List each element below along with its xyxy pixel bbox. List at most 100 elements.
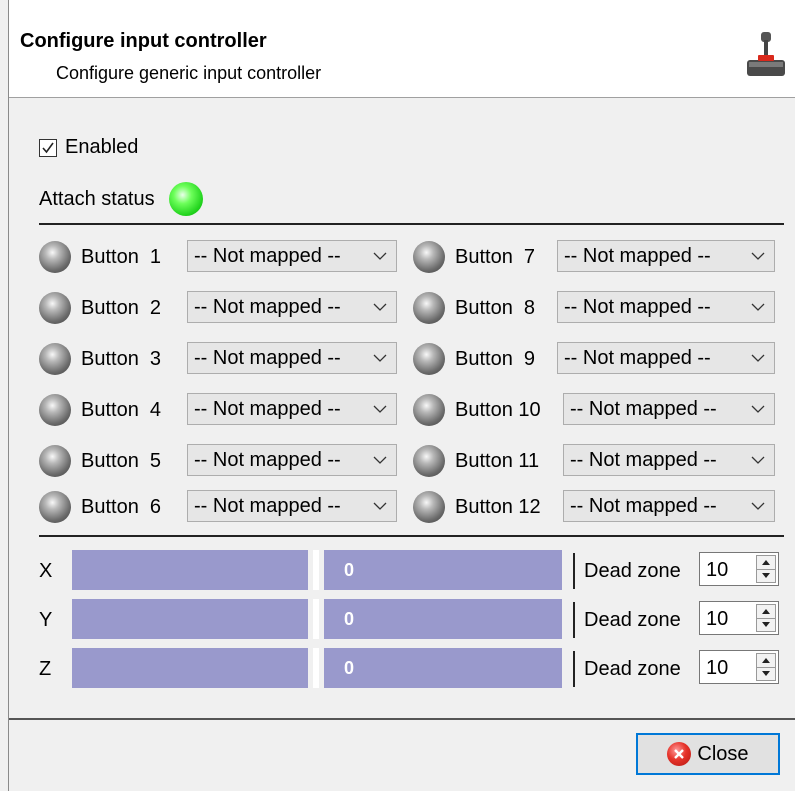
chevron-down-icon (373, 252, 387, 260)
button-led-icon (39, 445, 71, 477)
button-label: Button 3 (81, 347, 162, 370)
dead-zone-z-spinbox[interactable]: 10 (699, 650, 779, 684)
button-row-10: Button 10 -- Not mapped -- (413, 393, 783, 427)
spin-down-icon[interactable] (757, 569, 775, 582)
separator (573, 553, 575, 589)
dead-zone-label: Dead zone (584, 658, 681, 680)
button-row-8: Button 8 -- Not mapped -- (413, 291, 783, 325)
button-led-icon (413, 292, 445, 324)
button-label: Button 5 (81, 449, 162, 472)
select-value: -- Not mapped -- (194, 295, 341, 318)
button-row-1: Button 1 -- Not mapped -- (39, 240, 399, 274)
spinbox-buttons (756, 555, 776, 583)
chevron-down-icon (751, 502, 765, 510)
button-row-3: Button 3 -- Not mapped -- (39, 342, 399, 376)
button-3-mapping-select[interactable]: -- Not mapped -- (187, 342, 397, 374)
button-row-11: Button 11 -- Not mapped -- (413, 444, 783, 478)
axis-label: Y (39, 609, 53, 631)
chevron-down-icon (373, 354, 387, 362)
axis-row-z: Z 0 Dead zone 10 (39, 648, 784, 688)
separator (573, 651, 575, 687)
status-led-icon (168, 182, 203, 216)
button-led-icon (39, 343, 71, 375)
close-button[interactable]: Close (636, 733, 780, 775)
button-2-mapping-select[interactable]: -- Not mapped -- (187, 291, 397, 323)
enabled-label: Enabled (65, 136, 139, 158)
button-1-mapping-select[interactable]: -- Not mapped -- (187, 240, 397, 272)
select-value: -- Not mapped -- (194, 448, 341, 471)
button-row-2: Button 2 -- Not mapped -- (39, 291, 399, 325)
axis-center-marker (308, 550, 324, 590)
divider (39, 535, 784, 537)
close-button-label: Close (697, 742, 749, 765)
axis-center-marker (308, 648, 324, 688)
dialog-title: Configure input controller (20, 30, 267, 52)
dead-zone-x-spinbox[interactable]: 10 (699, 552, 779, 586)
button-7-mapping-select[interactable]: -- Not mapped -- (557, 240, 775, 272)
button-led-icon (413, 394, 445, 426)
footer-divider (9, 718, 795, 720)
button-11-mapping-select[interactable]: -- Not mapped -- (563, 444, 775, 476)
select-value: -- Not mapped -- (564, 244, 711, 267)
button-10-mapping-select[interactable]: -- Not mapped -- (563, 393, 775, 425)
dialog-subtitle: Configure generic input controller (56, 63, 322, 83)
axis-label: X (39, 560, 53, 582)
enabled-checkbox[interactable]: Enabled (39, 136, 138, 159)
button-5-mapping-select[interactable]: -- Not mapped -- (187, 444, 397, 476)
button-led-icon (39, 394, 71, 426)
spin-down-icon[interactable] (757, 667, 775, 680)
axis-row-y: Y 0 Dead zone 10 (39, 599, 784, 639)
spinbox-value[interactable]: 10 (706, 608, 728, 631)
button-6-mapping-select[interactable]: -- Not mapped -- (187, 490, 397, 522)
button-label: Button 9 (455, 347, 536, 370)
button-led-icon (413, 445, 445, 477)
button-label: Button 11 (455, 449, 540, 472)
separator (573, 602, 575, 638)
axis-value: 0 (344, 560, 355, 580)
select-value: -- Not mapped -- (564, 295, 711, 318)
attach-status-row: Attach status (39, 182, 203, 216)
chevron-down-icon (751, 405, 765, 413)
dead-zone-label: Dead zone (584, 560, 681, 582)
button-label: Button 7 (455, 245, 536, 268)
chevron-down-icon (751, 303, 765, 311)
joystick-icon (747, 32, 785, 76)
chevron-down-icon (373, 502, 387, 510)
button-4-mapping-select[interactable]: -- Not mapped -- (187, 393, 397, 425)
button-12-mapping-select[interactable]: -- Not mapped -- (563, 490, 775, 522)
select-value: -- Not mapped -- (570, 397, 717, 420)
chevron-down-icon (373, 456, 387, 464)
chevron-down-icon (751, 252, 765, 260)
dead-zone-y-spinbox[interactable]: 10 (699, 601, 779, 635)
button-label: Button 12 (455, 495, 541, 518)
chevron-down-icon (373, 405, 387, 413)
axis-label: Z (39, 658, 52, 680)
button-8-mapping-select[interactable]: -- Not mapped -- (557, 291, 775, 323)
spinbox-value[interactable]: 10 (706, 559, 728, 582)
select-value: -- Not mapped -- (194, 494, 341, 517)
attach-status-label: Attach status (39, 187, 155, 210)
axis-z-bar: 0 (72, 648, 562, 688)
button-row-12: Button 12 -- Not mapped -- (413, 490, 783, 524)
button-led-icon (413, 241, 445, 273)
spin-down-icon[interactable] (757, 618, 775, 631)
button-label: Button 2 (81, 296, 162, 319)
button-label: Button 10 (455, 398, 541, 421)
spin-up-icon[interactable] (757, 654, 775, 668)
spin-up-icon[interactable] (757, 556, 775, 570)
checkbox-box[interactable] (39, 138, 57, 157)
spin-up-icon[interactable] (757, 605, 775, 619)
button-led-icon (413, 343, 445, 375)
axis-x-bar: 0 (72, 550, 562, 590)
button-9-mapping-select[interactable]: -- Not mapped -- (557, 342, 775, 374)
chevron-down-icon (751, 456, 765, 464)
spinbox-buttons (756, 604, 776, 632)
axis-row-x: X 0 Dead zone 10 (39, 550, 784, 590)
close-circle-icon (667, 742, 692, 766)
dialog-window: Configure input controller Configure gen… (8, 0, 795, 791)
button-led-icon (39, 491, 71, 523)
spinbox-value[interactable]: 10 (706, 657, 728, 680)
axis-value: 0 (344, 609, 355, 629)
checkmark-icon (42, 142, 54, 153)
select-value: -- Not mapped -- (194, 397, 341, 420)
